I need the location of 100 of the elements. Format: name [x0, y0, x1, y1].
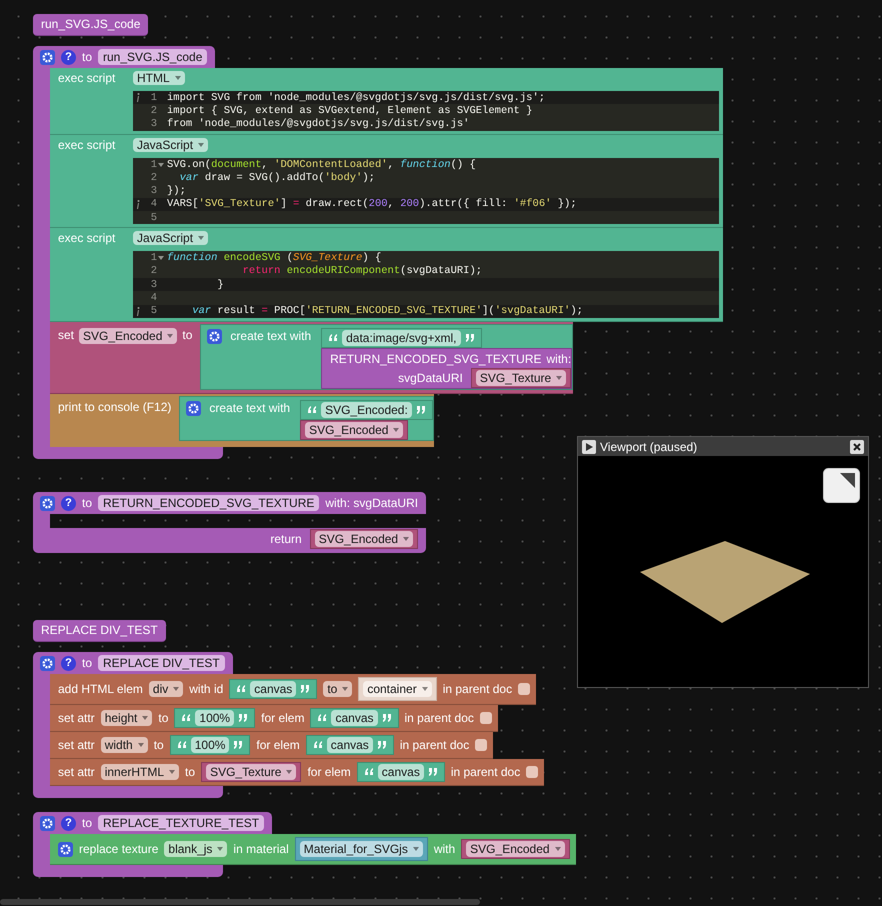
close-quote-icon	[428, 768, 438, 776]
block-label: set	[58, 328, 74, 342]
close-quote-icon	[376, 741, 387, 749]
variable-dropdown[interactable]: SVG_Encoded	[305, 422, 404, 438]
block-label: create text with	[230, 329, 312, 344]
horizontal-scrollbar[interactable]	[0, 899, 480, 905]
dropdown-field[interactable]: blank_js	[164, 841, 228, 857]
dropdown-arrow-icon	[556, 376, 562, 380]
line-number: 2	[150, 104, 157, 117]
code-text: VARS['SVG_Texture'] = draw.rect(200, 200).attr({ fill: '#f06' });	[167, 198, 577, 210]
dropdown-arrow-icon	[554, 847, 561, 851]
block-label: for elem	[307, 765, 351, 779]
variable-dropdown[interactable]: SVG_Texture	[476, 370, 566, 386]
line-number: 5	[150, 305, 157, 318]
line-number: 5	[150, 212, 157, 224]
procedure-call-block: REPLACE DIV_TEST	[33, 620, 166, 642]
text-field[interactable]: 100%	[195, 710, 234, 726]
gear-icon[interactable]	[207, 328, 222, 344]
block-label: in parent doc	[404, 711, 474, 725]
fold-arrow-icon[interactable]	[158, 162, 164, 167]
play-icon[interactable]	[582, 440, 596, 454]
help-icon[interactable]: ?	[61, 816, 76, 830]
open-quote-icon	[236, 685, 246, 693]
procedure-name-field[interactable]: REPLACE DIV_TEST	[98, 655, 225, 671]
block-label: for elem	[256, 738, 300, 752]
close-quote-icon	[416, 406, 426, 414]
dropdown-arrow-icon	[174, 76, 181, 80]
block-label: to	[182, 328, 192, 342]
gear-icon[interactable]	[40, 656, 55, 670]
variable-dropdown[interactable]: SVG_Encoded	[466, 841, 565, 857]
open-quote-icon	[181, 714, 192, 722]
variable-dropdown[interactable]: SVG_Texture	[206, 764, 296, 780]
text-field[interactable]: canvas	[331, 710, 378, 726]
dropdown-field[interactable]: innerHTML	[100, 764, 180, 780]
info-icon	[136, 93, 140, 102]
element-dropdown[interactable]: container	[363, 681, 432, 697]
code-text: import SVG from 'node_modules/@svgdotjs/svg.js/dist/svg.js';	[167, 92, 546, 104]
code-text: }	[216, 278, 224, 291]
checkbox[interactable]	[526, 766, 538, 778]
line-number: 3	[150, 118, 157, 130]
dropdown-arrow-icon	[393, 428, 400, 432]
procedure-name-field[interactable]: REPLACE_TEXTURE_TEST	[98, 815, 264, 831]
text-field[interactable]: canvas	[250, 681, 296, 697]
open-quote-icon	[364, 768, 374, 776]
block-label: exec script	[58, 231, 116, 248]
text-field[interactable]: canvas	[326, 737, 373, 753]
gear-icon[interactable]	[40, 816, 55, 830]
language-dropdown[interactable]: JavaScript	[133, 138, 208, 152]
code-editor[interactable]: 1 import SVG from 'node_modules/@svgdotjs/svg.js/dist/svg.js'; 2 import { SVG, extend as SVGextend, Element as SVGElement } 3 from 'node_modules/@svgdotjs/svg.js/dist/svg.js'	[133, 91, 719, 131]
code-text: function encodeSVG (SVG_Texture) {	[167, 252, 382, 264]
dropdown-field[interactable]: to	[323, 681, 352, 697]
block-label: set attr	[58, 765, 95, 779]
block-label: to	[82, 656, 92, 670]
dropdown-field[interactable]: width	[100, 737, 148, 753]
checkbox[interactable]	[480, 712, 492, 724]
line-number: 1	[150, 158, 157, 171]
dropdown-arrow-icon	[403, 537, 410, 541]
block-label: set attr	[58, 738, 95, 752]
fold-arrow-icon[interactable]	[158, 256, 164, 260]
gear-icon[interactable]	[40, 496, 55, 510]
text-field[interactable]: SVG_Encoded:	[321, 402, 412, 418]
text-field[interactable]: 100%	[190, 737, 230, 753]
language-dropdown[interactable]: JavaScript	[133, 231, 208, 246]
procedure-name-field[interactable]: run_SVG.JS_code	[98, 49, 208, 65]
help-icon[interactable]: ?	[61, 656, 76, 670]
open-quote-icon	[317, 714, 328, 722]
text-field[interactable]: data:image/svg+xml,	[342, 330, 461, 346]
block-label: add HTML elem	[58, 682, 143, 696]
code-editor[interactable]: 1 function encodeSVG (SVG_Texture) { 2 return encodeURIComponent(svgDataURI); 3 } 4 5 var result = PROC['RETURN_ENCODED_SVG_TEXTURE']('svgDataURI');	[133, 251, 719, 318]
block-label: to	[82, 50, 92, 64]
block-label: in material	[233, 842, 289, 856]
block-label: to	[154, 738, 164, 752]
material-dropdown[interactable]: Material_for_SVGjs	[300, 841, 423, 857]
gear-icon[interactable]	[186, 400, 202, 416]
block-label: print to console (F12)	[58, 400, 172, 414]
block-label: set attr	[58, 711, 95, 725]
checkbox[interactable]	[475, 739, 488, 751]
fullscreen-icon[interactable]	[823, 468, 860, 503]
language-dropdown[interactable]: HTML	[133, 71, 185, 85]
dropdown-field[interactable]: div	[148, 681, 184, 697]
block-label: in parent doc	[450, 765, 520, 779]
dropdown-arrow-icon	[142, 716, 148, 720]
window-title: Viewport (paused)	[600, 440, 698, 454]
text-field[interactable]: canvas	[378, 764, 424, 780]
block-label: to	[82, 816, 92, 830]
close-button[interactable]	[850, 440, 864, 454]
close-quote-icon	[233, 741, 244, 749]
dropdown-field[interactable]: height	[100, 710, 152, 726]
checkbox[interactable]	[518, 683, 530, 695]
gear-icon[interactable]	[40, 50, 55, 64]
line-number: 1	[150, 92, 157, 104]
line-number: 1	[150, 252, 157, 264]
variable-dropdown[interactable]: SVG_Encoded	[314, 531, 414, 547]
code-text: SVG.on(document, 'DOMContentLoaded', function() {	[167, 158, 476, 171]
help-icon[interactable]: ?	[61, 50, 76, 64]
procedure-name-field[interactable]: RETURN_ENCODED_SVG_TEXTURE	[98, 495, 320, 511]
gear-icon[interactable]	[58, 842, 73, 856]
variable-dropdown[interactable]: SVG_Encoded	[79, 328, 178, 344]
help-icon[interactable]: ?	[61, 496, 76, 510]
procedure-call-block: run_SVG.JS_code	[33, 14, 148, 36]
